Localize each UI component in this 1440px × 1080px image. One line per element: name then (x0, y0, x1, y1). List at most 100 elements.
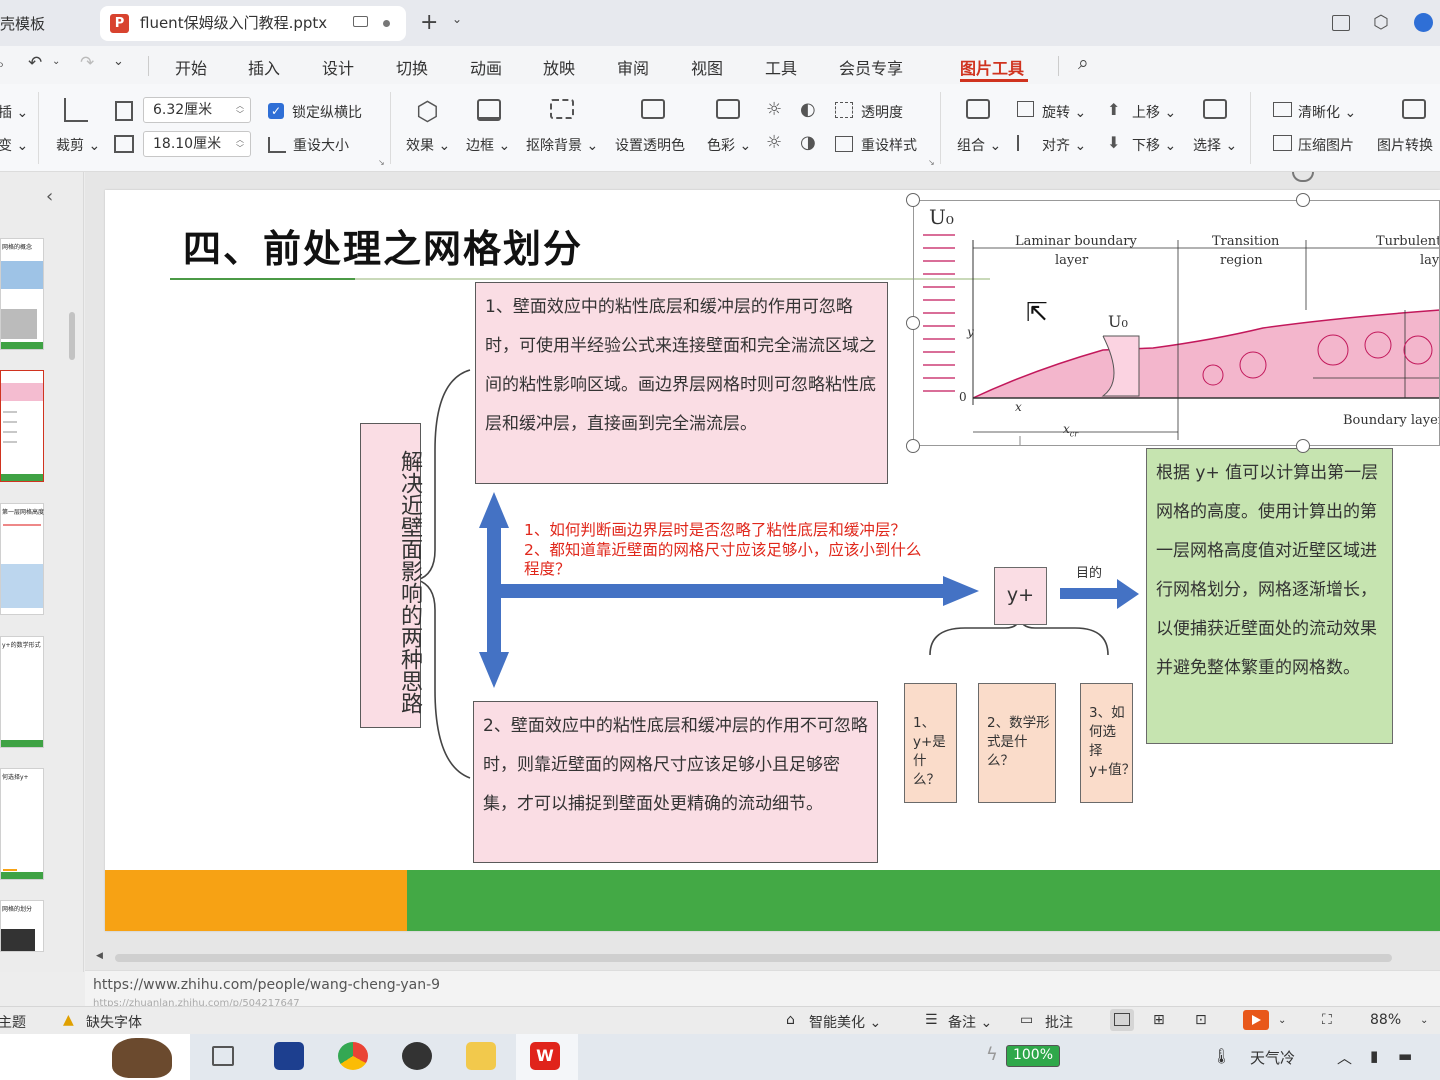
question-box-1[interactable]: 1、y+是什么？ (904, 683, 957, 803)
select-icon[interactable] (1203, 99, 1227, 119)
zoom-dropdown-icon[interactable]: ⌄ (1420, 1015, 1428, 1026)
dialog-launcher-icon[interactable]: ↘ (928, 158, 935, 167)
brightness-down-icon[interactable]: ☼ (766, 132, 782, 153)
reset-size-icon[interactable] (268, 137, 286, 153)
group-icon[interactable] (966, 99, 990, 119)
color-icon[interactable] (716, 99, 740, 119)
missing-font-button[interactable]: 缺失字体 (86, 1012, 142, 1032)
reading-view-icon[interactable]: ⊡ (1195, 1012, 1207, 1028)
purpose-label[interactable]: 目的 (1076, 562, 1102, 581)
slide-thumbnail[interactable]: 第一层网格高度 (0, 503, 44, 615)
contrast-up-icon[interactable]: ◐ (800, 99, 816, 120)
slide-thumbnail[interactable]: 网格的划分 (0, 900, 44, 952)
select-button[interactable]: 选择 ⌄ (1193, 135, 1237, 155)
scroll-left-icon[interactable]: ◀ (96, 951, 103, 961)
align-icon[interactable] (1017, 135, 1034, 151)
question-box-3[interactable]: 3、如何选择y+值？ (1080, 683, 1135, 803)
jetbrains-app-icon[interactable] (274, 1042, 304, 1070)
collapse-panel-icon[interactable]: ‹ (46, 186, 53, 207)
menu-slideshow[interactable]: 放映 (543, 55, 575, 79)
effect-icon[interactable]: ⬡ (416, 97, 439, 127)
microphone-icon[interactable]: ▮ (1370, 1047, 1378, 1065)
tab-previous[interactable]: 壳模板 (0, 7, 92, 41)
rotate-icon[interactable] (1017, 101, 1034, 117)
weather-label[interactable]: 天气冷 (1250, 1047, 1295, 1068)
brightness-up-icon[interactable]: ☼ (766, 99, 782, 120)
menu-home[interactable]: 开始 (175, 55, 207, 79)
ribbon-cut-item-1[interactable]: 插 ⌄ (0, 102, 28, 122)
notes-button[interactable]: 备注 ⌄ (948, 1012, 992, 1032)
menu-transition[interactable]: 切换 (396, 55, 428, 79)
play-dropdown-icon[interactable]: ⌄ (1278, 1015, 1286, 1026)
search-small-icon[interactable]: ⌕ (0, 55, 4, 73)
compress-icon[interactable] (1273, 135, 1292, 151)
set-transparent-color-button[interactable]: 设置透明色 (615, 135, 685, 155)
cube-icon[interactable]: ⬡ (1373, 12, 1389, 33)
convert-icon[interactable] (1402, 99, 1426, 119)
undo-icon[interactable]: ↶ (28, 53, 42, 73)
slideshow-play-button[interactable] (1243, 1010, 1269, 1030)
method-2-box[interactable]: 2、壁面效应中的粘性底层和缓冲层的作用不可忽略时，则靠近壁面的网格尺寸应该足够小… (473, 701, 878, 863)
resize-handle[interactable] (906, 439, 920, 453)
network-icon[interactable]: ▬ (1398, 1047, 1412, 1065)
recording-app-icon[interactable] (402, 1042, 432, 1070)
comment-icon[interactable]: ▭ (1020, 1012, 1033, 1028)
resize-handle[interactable] (906, 193, 920, 207)
crop-button[interactable]: 裁剪 ⌄ (56, 135, 100, 155)
search-icon[interactable]: ⌕ (1078, 52, 1089, 74)
slide-thumbnail[interactable]: 网格的概念 (0, 238, 44, 350)
method-1-box[interactable]: 1、壁面效应中的粘性底层和缓冲层的作用可忽略时，可使用半经验公式来连接壁面和完全… (475, 282, 888, 484)
lock-ratio-label[interactable]: 锁定纵横比 (292, 102, 362, 122)
height-icon[interactable] (114, 135, 134, 153)
notes-icon[interactable]: ☰ (925, 1012, 938, 1028)
menu-tools[interactable]: 工具 (765, 55, 797, 79)
chrome-app-icon[interactable] (338, 1042, 368, 1070)
menu-picture-tools[interactable]: 图片工具 (960, 55, 1024, 79)
battery-indicator[interactable]: 100% (1006, 1045, 1060, 1067)
selection-frame[interactable] (913, 200, 1440, 446)
notes-url-1[interactable]: https://www.zhihu.com/people/wang-cheng-… (93, 977, 440, 993)
tab-dropdown-icon[interactable]: ⌄ (452, 12, 462, 26)
menu-insert[interactable]: 插入 (248, 55, 280, 79)
layout-icon[interactable] (1332, 15, 1350, 31)
sharpen-icon[interactable] (1273, 102, 1292, 117)
normal-view-button[interactable] (1110, 1009, 1134, 1031)
undo-dropdown-icon[interactable]: ⌄ (52, 56, 60, 67)
notes-url-2[interactable]: https://zhuanlan.zhihu.com/p/504217647 (93, 998, 300, 1006)
sharpen-button[interactable]: 清晰化 ⌄ (1298, 102, 1356, 122)
resize-handle[interactable] (906, 316, 920, 330)
move-down-icon[interactable]: ⬇ (1107, 133, 1120, 152)
compress-button[interactable]: 压缩图片 (1298, 135, 1354, 155)
width-input[interactable]: 6.32厘米 ︿ ﹀ (143, 97, 251, 123)
menu-design[interactable]: 设计 (322, 55, 354, 79)
temperature-icon[interactable]: 🌡 (1212, 1047, 1231, 1065)
yplus-explanation-box[interactable]: 根据 y+ 值可以计算出第一层网格的高度。使用计算出的第一层网格高度值对近壁区域… (1146, 448, 1393, 744)
menu-view[interactable]: 视图 (691, 55, 723, 79)
zoom-level[interactable]: 88% (1370, 1012, 1401, 1028)
file-explorer-icon[interactable] (466, 1042, 496, 1070)
resize-handle[interactable] (1296, 439, 1310, 453)
effect-button[interactable]: 效果 ⌄ (406, 135, 450, 155)
monitor-icon[interactable] (353, 16, 368, 27)
height-input[interactable]: 18.10厘米 ︿ ﹀ (143, 131, 251, 157)
menu-animation[interactable]: 动画 (470, 55, 502, 79)
slide-thumbnail-selected[interactable] (0, 370, 44, 482)
fit-window-icon[interactable]: ⛶ (1322, 1012, 1332, 1028)
remove-background-icon[interactable] (550, 99, 574, 119)
crop-icon[interactable] (64, 98, 88, 122)
color-button[interactable]: 色彩 ⌄ (707, 135, 751, 155)
width-icon[interactable] (115, 101, 133, 121)
sorter-view-icon[interactable]: ⊞ (1153, 1012, 1165, 1028)
comment-button[interactable]: 批注 (1045, 1012, 1073, 1032)
menu-member[interactable]: 会员专享 (839, 55, 903, 79)
tab-active-document[interactable]: P fluent保姆级入门教程.pptx (100, 6, 406, 41)
taskbar-widget-area[interactable] (0, 1034, 190, 1080)
slide-thumbnail[interactable]: y+的数学形式 (0, 636, 44, 748)
two-approaches-label[interactable]: 解决近壁面影响的两种思路 (360, 423, 422, 728)
question-box-2[interactable]: 2、数学形式是什么？ (978, 683, 1056, 803)
width-stepper-icon[interactable]: ︿ ﹀ (236, 101, 244, 119)
reset-style-icon[interactable] (835, 136, 853, 152)
set-transparent-color-icon[interactable] (641, 99, 665, 119)
border-icon[interactable] (477, 99, 501, 121)
slide-thumbnail[interactable]: 何选择y+ (0, 768, 44, 880)
